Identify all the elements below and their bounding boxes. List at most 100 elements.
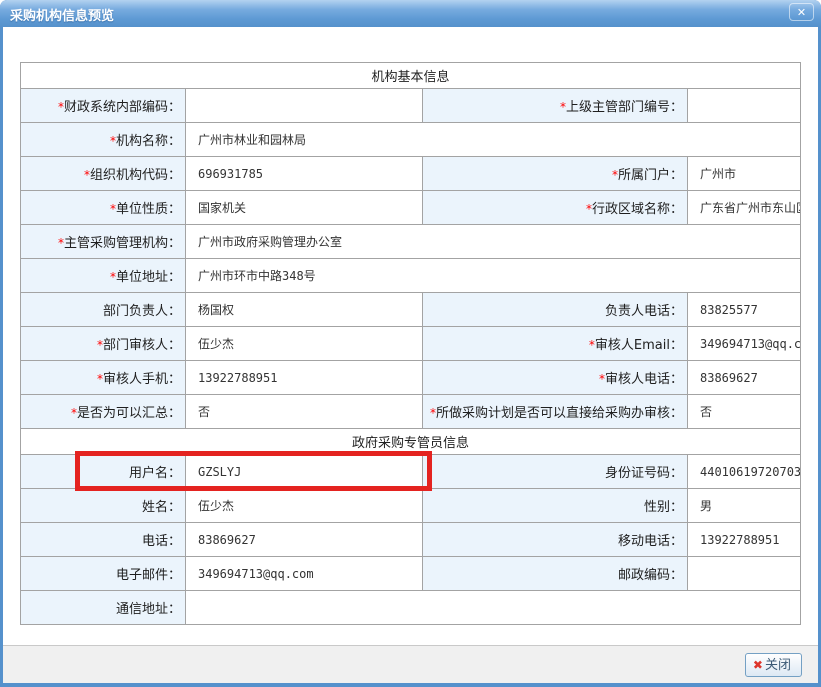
- field-value: 349694713@qq.com: [700, 337, 801, 351]
- field-label-cell: 邮政编码：: [423, 557, 688, 591]
- field-value: 伍少杰: [198, 499, 234, 513]
- dialog-window: 采购机构信息预览 ✕ 机构基本信息 *财政系统内部编码： *上级主管部门编号： …: [0, 0, 821, 687]
- section-header-row: 政府采购专管员信息: [21, 429, 801, 455]
- dialog-footer: ✖关闭: [3, 645, 818, 683]
- field-value: 83869627: [700, 371, 758, 385]
- table-row: 电话： 83869627 移动电话： 13922788951: [21, 523, 801, 557]
- field-value-cell: 广州市: [688, 157, 801, 191]
- field-value-cell: 国家机关: [186, 191, 423, 225]
- field-label-cell: *行政区域名称：: [423, 191, 688, 225]
- close-icon[interactable]: ✕: [789, 3, 814, 21]
- close-x-icon: ✖: [753, 658, 763, 672]
- field-value-cell: 广州市政府采购管理办公室: [186, 225, 801, 259]
- field-label: 身份证号码：: [605, 466, 683, 481]
- table-row: 通信地址：: [21, 591, 801, 625]
- field-label-cell: *组织机构代码：: [21, 157, 186, 191]
- close-button[interactable]: ✖关闭: [745, 653, 802, 677]
- field-value-cell: 696931785: [186, 157, 423, 191]
- field-value-cell: [186, 591, 801, 625]
- field-label-cell: 移动电话：: [423, 523, 688, 557]
- section-title-specialist-info: 政府采购专管员信息: [21, 429, 801, 455]
- field-label-cell: *审核人电话：: [423, 361, 688, 395]
- field-value-cell: 83825577: [688, 293, 801, 327]
- field-value: 广州市: [700, 167, 736, 181]
- field-label-cell: *所做采购计划是否可以直接给采购办审核：: [423, 395, 688, 429]
- table-row-username: 用户名： GZSLYJ 身份证号码： 440106197207030918: [21, 455, 801, 489]
- field-label: 姓名：: [142, 500, 181, 515]
- field-label: 审核人手机：: [103, 372, 181, 387]
- field-label-cell: *是否为可以汇总：: [21, 395, 186, 429]
- field-value-cell: 否: [186, 395, 423, 429]
- field-value-cell: 否: [688, 395, 801, 429]
- field-value-cell: 广州市环市中路348号: [186, 259, 801, 293]
- field-label: 邮政编码：: [618, 568, 683, 583]
- field-value-cell: 广州市林业和园林局: [186, 123, 801, 157]
- table-row: 部门负责人： 杨国权 负责人电话： 83825577: [21, 293, 801, 327]
- field-label-cell: *主管采购管理机构：: [21, 225, 186, 259]
- field-label-cell: 身份证号码：: [423, 455, 688, 489]
- table-row: *部门审核人： 伍少杰 *审核人Email： 349694713@qq.com: [21, 327, 801, 361]
- field-label-cell: 性别：: [423, 489, 688, 523]
- field-label-cell: *机构名称：: [21, 123, 186, 157]
- field-value-cell: [186, 89, 423, 123]
- table-row: *主管采购管理机构： 广州市政府采购管理办公室: [21, 225, 801, 259]
- field-label: 负责人电话：: [605, 304, 683, 319]
- field-label: 是否为可以汇总：: [77, 406, 181, 421]
- dialog-titlebar: 采购机构信息预览 ✕: [0, 0, 821, 27]
- field-label-cell: *财政系统内部编码：: [21, 89, 186, 123]
- field-value-cell: 440106197207030918: [688, 455, 801, 489]
- field-value-cell: 13922788951: [688, 523, 801, 557]
- field-label: 部门审核人：: [103, 338, 181, 353]
- field-value: 13922788951: [700, 533, 779, 547]
- field-value: 否: [700, 405, 712, 419]
- field-value-cell: 83869627: [688, 361, 801, 395]
- field-value: 83869627: [198, 533, 256, 547]
- field-label-cell: *所属门户：: [423, 157, 688, 191]
- field-label-cell: *上级主管部门编号：: [423, 89, 688, 123]
- close-button-label: 关闭: [765, 658, 791, 673]
- field-label-cell: 通信地址：: [21, 591, 186, 625]
- table-row: *单位地址： 广州市环市中路348号: [21, 259, 801, 293]
- field-label: 单位地址：: [116, 270, 181, 285]
- field-value: 伍少杰: [198, 337, 234, 351]
- field-value-cell: [688, 89, 801, 123]
- field-value-cell: GZSLYJ: [186, 455, 423, 489]
- field-value: 男: [700, 499, 712, 513]
- field-label-cell: 电话：: [21, 523, 186, 557]
- field-label: 性别：: [644, 500, 683, 515]
- field-label-cell: *部门审核人：: [21, 327, 186, 361]
- field-label: 用户名：: [129, 466, 181, 481]
- field-label: 移动电话：: [618, 534, 683, 549]
- section-title-basic-info: 机构基本信息: [21, 63, 801, 89]
- field-value: 广州市政府采购管理办公室: [198, 235, 342, 249]
- field-value: 349694713@qq.com: [198, 567, 314, 581]
- field-label-cell: *审核人Email：: [423, 327, 688, 361]
- field-value-cell: [688, 557, 801, 591]
- field-label: 财政系统内部编码：: [64, 100, 181, 115]
- field-value: GZSLYJ: [198, 465, 241, 479]
- field-label: 审核人Email：: [595, 338, 683, 353]
- field-label-cell: *单位地址：: [21, 259, 186, 293]
- table-row: 电子邮件： 349694713@qq.com 邮政编码：: [21, 557, 801, 591]
- field-label: 部门负责人：: [103, 304, 181, 319]
- field-label-cell: *审核人手机：: [21, 361, 186, 395]
- dialog-title: 采购机构信息预览: [0, 0, 114, 24]
- field-label: 通信地址：: [116, 602, 181, 617]
- field-value: 13922788951: [198, 371, 277, 385]
- field-label: 电话：: [142, 534, 181, 549]
- table-row: *审核人手机： 13922788951 *审核人电话： 83869627: [21, 361, 801, 395]
- field-label: 上级主管部门编号：: [566, 100, 683, 115]
- field-value-cell: 伍少杰: [186, 489, 423, 523]
- field-value: 否: [198, 405, 210, 419]
- field-value-cell: 杨国权: [186, 293, 423, 327]
- field-label: 单位性质：: [116, 202, 181, 217]
- field-value-cell: 广东省广州市东山区: [688, 191, 801, 225]
- table-row: 姓名： 伍少杰 性别： 男: [21, 489, 801, 523]
- table-row: *机构名称： 广州市林业和园林局: [21, 123, 801, 157]
- field-label-cell: *单位性质：: [21, 191, 186, 225]
- table-row: *组织机构代码： 696931785 *所属门户： 广州市: [21, 157, 801, 191]
- org-info-table: 机构基本信息 *财政系统内部编码： *上级主管部门编号： *机构名称： 广州市林…: [20, 62, 801, 625]
- field-value: 广州市林业和园林局: [198, 133, 306, 147]
- field-value: 440106197207030918: [700, 465, 801, 479]
- field-value-cell: 13922788951: [186, 361, 423, 395]
